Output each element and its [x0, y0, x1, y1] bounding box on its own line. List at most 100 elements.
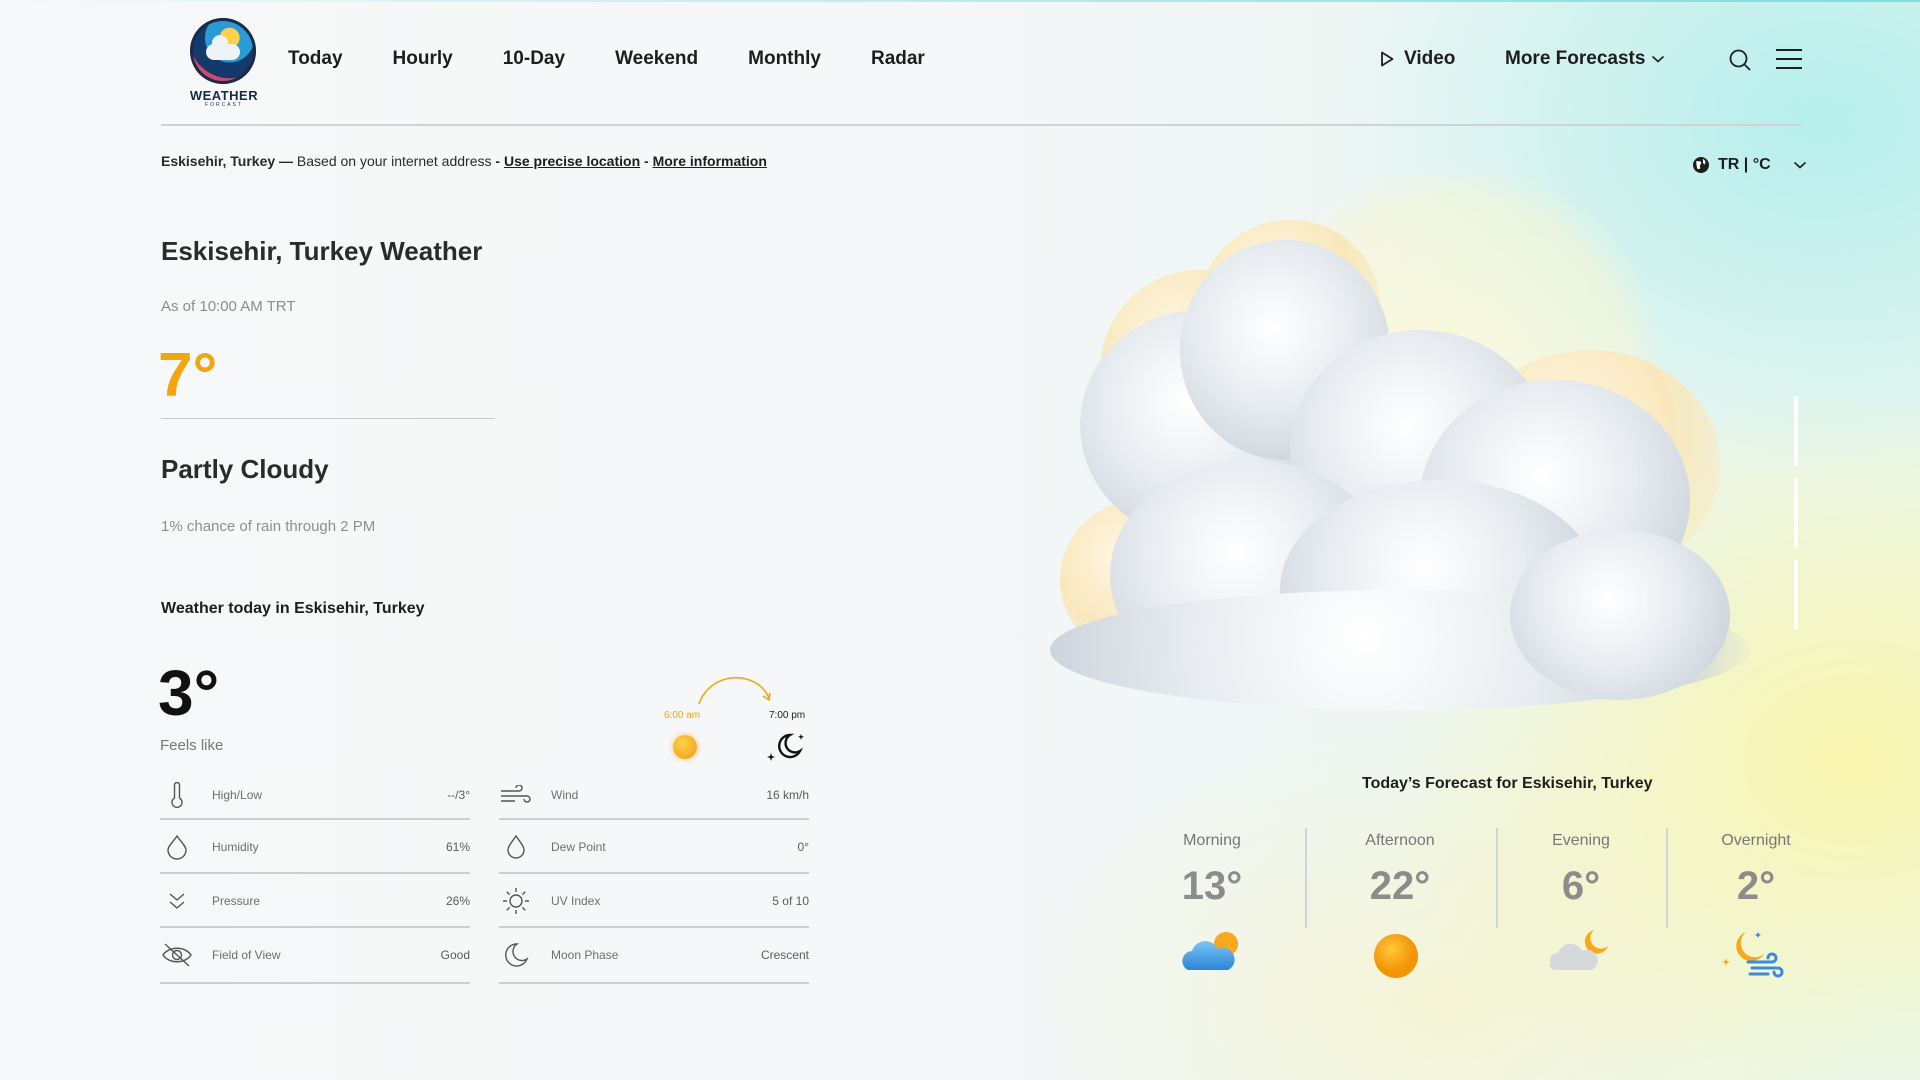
location-basis: Based on your internet address: [296, 153, 496, 169]
sun-arc-icon: [698, 676, 771, 705]
location-sep-2: -: [640, 153, 653, 169]
moon-wind-icon: [1722, 932, 1784, 978]
detail-label: Moon Phase: [551, 948, 619, 962]
detail-pressure: Pressure 26%: [160, 874, 470, 928]
nav-hourly[interactable]: Hourly: [393, 48, 453, 70]
forecast-divider: [1305, 828, 1307, 928]
forecast-period-afternoon[interactable]: Afternoon 22°: [1350, 832, 1450, 909]
weather-forecast-logo[interactable]: WEATHER FORCAST: [188, 18, 260, 110]
forecast-period-morning[interactable]: Morning 13°: [1172, 832, 1252, 909]
more-forecasts-label: More Forecasts: [1505, 48, 1646, 69]
period-temperature: 13°: [1181, 864, 1243, 908]
play-icon: [1381, 51, 1394, 67]
detail-high-low: High/Low --/3°: [160, 768, 470, 822]
detail-humidity: Humidity 61%: [160, 820, 470, 874]
location-dash: —: [275, 153, 297, 169]
use-precise-location-link[interactable]: Use precise location: [504, 153, 640, 169]
unit-selector[interactable]: TR | °C: [1692, 156, 1807, 174]
slide-indicator[interactable]: [1794, 396, 1798, 466]
detail-label: UV Index: [551, 894, 601, 908]
globe-icon: [1693, 157, 1709, 173]
as-of-time: As of 10:00 AM TRT: [161, 298, 296, 315]
period-name: Evening: [1552, 832, 1610, 849]
row-divider: [160, 982, 470, 984]
period-name: Overnight: [1721, 832, 1791, 849]
detail-value: --/3°: [447, 788, 470, 802]
period-name: Morning: [1183, 832, 1241, 849]
sun-icon: [1374, 934, 1418, 978]
more-information-link[interactable]: More information: [653, 153, 767, 169]
period-temperature: 22°: [1369, 864, 1431, 908]
eye-off-icon: [160, 942, 194, 968]
logo-cloud-icon: [206, 35, 240, 60]
location-sep: -: [495, 153, 504, 169]
more-forecasts-dropdown[interactable]: More Forecasts: [1505, 48, 1665, 70]
chevron-down-icon: [1793, 161, 1806, 169]
period-temperature: 2°: [1736, 864, 1776, 908]
nav-monthly[interactable]: Monthly: [748, 48, 821, 70]
detail-value: 0°: [797, 840, 809, 854]
sunset-time: 7:00 pm: [769, 710, 806, 721]
forecast-period-overnight[interactable]: Overnight 2°: [1708, 832, 1804, 909]
sunrise-sun-icon: [673, 735, 697, 759]
detail-label: High/Low: [212, 788, 263, 802]
forecast-title: Today’s Forecast for Eskisehir, Turkey: [1362, 775, 1653, 792]
partly-cloudy-hero-illustration: [1040, 200, 1760, 730]
nav-weekend[interactable]: Weekend: [615, 48, 698, 70]
slide-indicator[interactable]: [1794, 560, 1798, 630]
rain-chance: 1% chance of rain through 2 PM: [161, 518, 376, 535]
detail-moon-phase: Moon Phase Crescent: [499, 928, 809, 982]
page-title: Eskisehir, Turkey Weather: [161, 236, 483, 266]
sunrise-time: 6:00 am: [664, 710, 701, 721]
location-name: Eskisehir, Turkey: [161, 153, 276, 169]
detail-wind: Wind 16 km/h: [499, 768, 809, 822]
detail-label: Humidity: [212, 840, 259, 854]
detail-value: 26%: [445, 894, 470, 908]
header-divider: [161, 124, 1801, 126]
unit-label: TR | °C: [1718, 156, 1771, 173]
chevron-down-icon: [1652, 55, 1665, 63]
thermometer-icon: [160, 782, 194, 808]
detail-dew-point: Dew Point 0°: [499, 820, 809, 874]
search-icon[interactable]: [1728, 48, 1752, 72]
sunset-moon-icon: [767, 733, 804, 761]
logo-wordmark: WEATHER: [189, 88, 259, 103]
detail-value: 5 of 10: [772, 894, 809, 908]
detail-value: Crescent: [760, 948, 809, 962]
forecast-divider: [1496, 828, 1498, 928]
header: WEATHER FORCAST Today Hourly 10-Day Week…: [160, 0, 1802, 126]
wind-icon: [499, 785, 533, 805]
moon-phase-icon: [499, 942, 533, 968]
cloudy-moon-icon: [1550, 930, 1608, 970]
feels-like-temperature: 3°: [158, 657, 220, 729]
slide-indicator[interactable]: [1794, 478, 1798, 548]
detail-label: Field of View: [212, 948, 281, 962]
nav-today[interactable]: Today: [288, 48, 343, 70]
nav-radar[interactable]: Radar: [871, 48, 925, 70]
detail-label: Wind: [551, 788, 579, 802]
video-link[interactable]: Video: [1380, 48, 1455, 70]
video-label: Video: [1404, 48, 1456, 69]
logo-subtitle: FORCAST: [205, 102, 243, 108]
forecast-period-evening[interactable]: Evening 6°: [1540, 832, 1622, 909]
current-temperature: 7°: [158, 341, 218, 410]
detail-label: Dew Point: [551, 840, 606, 854]
hamburger-menu-icon[interactable]: [1776, 49, 1802, 69]
detail-uv-index: UV Index 5 of 10: [499, 874, 809, 928]
humidity-drop-icon: [160, 834, 194, 860]
main-nav: Today Hourly 10-Day Weekend Monthly Rada…: [288, 48, 975, 70]
detail-value: 61%: [445, 840, 470, 854]
detail-value: Good: [440, 948, 470, 962]
forecast-divider: [1666, 828, 1668, 928]
detail-value: 16 km/h: [766, 788, 809, 802]
row-divider: [499, 982, 809, 984]
detail-label: Pressure: [212, 894, 261, 908]
detail-field-of-view: Field of View Good: [160, 928, 470, 982]
feels-like-label: Feels like: [160, 737, 224, 754]
sun-uv-icon: [499, 887, 533, 915]
partly-cloudy-sun-icon: [1182, 932, 1238, 970]
period-temperature: 6°: [1561, 864, 1601, 908]
pressure-chevrons-icon: [160, 891, 194, 911]
nav-10-day[interactable]: 10-Day: [503, 48, 565, 70]
period-name: Afternoon: [1365, 832, 1435, 849]
